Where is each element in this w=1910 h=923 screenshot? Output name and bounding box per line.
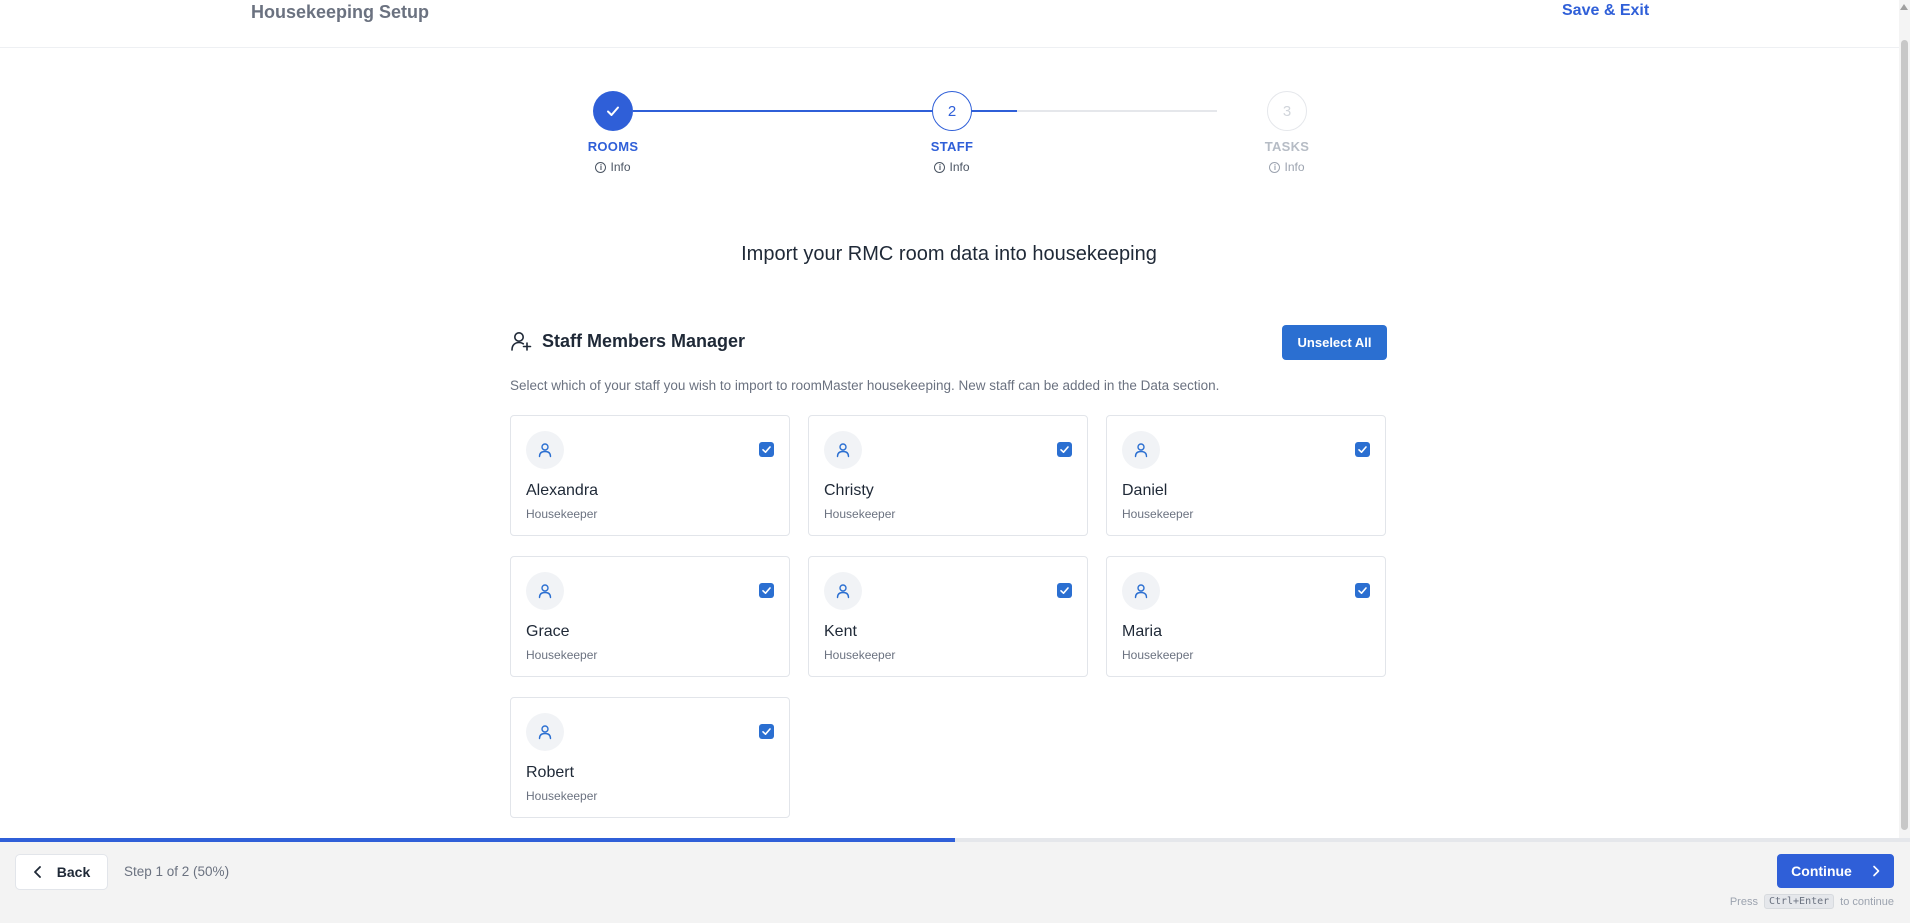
checkmark-icon xyxy=(1358,587,1367,594)
staff-role: Housekeeper xyxy=(1122,648,1194,662)
step-3-info[interactable]: i Info xyxy=(1227,160,1347,174)
select-checkbox[interactable] xyxy=(1355,442,1370,457)
back-button[interactable]: Back xyxy=(15,854,108,890)
staff-role: Housekeeper xyxy=(526,789,598,803)
step-3-number: 3 xyxy=(1282,102,1292,120)
progress-fill xyxy=(0,838,955,842)
back-label: Back xyxy=(56,864,91,880)
user-icon xyxy=(836,443,850,458)
avatar xyxy=(526,431,564,469)
footer-bar: Back Step 1 of 2 (50%) Continue Press Ct… xyxy=(0,838,1910,923)
select-checkbox[interactable] xyxy=(759,442,774,457)
user-icon xyxy=(836,584,850,599)
continue-button[interactable]: Continue xyxy=(1777,854,1894,888)
scroll-up-icon[interactable] xyxy=(1900,4,1908,10)
step-3-label: TASKS xyxy=(1264,139,1310,154)
hint-key: Ctrl+Enter xyxy=(1763,894,1835,909)
staff-grid: Alexandra Housekeeper Christy Housekeeper Da… xyxy=(510,415,1387,818)
user-icon xyxy=(1134,584,1148,599)
avatar xyxy=(824,431,862,469)
section-header: Staff Members Manager xyxy=(510,330,745,352)
staff-name: Maria xyxy=(1122,623,1163,640)
staff-card[interactable]: Daniel Housekeeper xyxy=(1106,415,1386,536)
step-3-info-label: Info xyxy=(1284,160,1305,174)
select-checkbox[interactable] xyxy=(759,583,774,598)
checkmark-icon xyxy=(1060,446,1069,453)
staff-name: Daniel xyxy=(1122,482,1168,499)
staff-card[interactable]: Robert Housekeeper xyxy=(510,697,790,818)
avatar xyxy=(824,572,862,610)
user-icon xyxy=(538,443,552,458)
info-icon: i xyxy=(595,161,607,173)
user-icon xyxy=(1134,443,1148,458)
keyboard-hint: Press Ctrl+Enter to continue xyxy=(1730,894,1894,909)
user-plus-icon xyxy=(511,332,532,351)
staff-role: Housekeeper xyxy=(526,648,598,662)
staff-card[interactable]: Grace Housekeeper xyxy=(510,556,790,677)
section-title: Staff Members Manager xyxy=(542,330,746,351)
staff-name: Christy xyxy=(824,482,874,499)
step-2-circle[interactable]: 2 xyxy=(932,91,972,131)
step-2-number: 2 xyxy=(947,102,957,120)
staff-card[interactable]: Maria Housekeeper xyxy=(1106,556,1386,677)
hint-prefix: Press xyxy=(1729,895,1758,908)
step-2-label: STAFF xyxy=(930,139,974,154)
chevron-right-icon xyxy=(1873,865,1880,877)
checkmark-icon xyxy=(1060,587,1069,594)
select-checkbox[interactable] xyxy=(1057,442,1072,457)
main-heading: Import your RMC room data into housekeep… xyxy=(741,243,1157,265)
step-1-info-label: Info xyxy=(610,160,631,174)
step-1-circle[interactable] xyxy=(593,91,633,131)
avatar xyxy=(1122,572,1160,610)
step-connector-progress xyxy=(971,110,1017,112)
step-2-info[interactable]: i Info xyxy=(892,160,1012,174)
chevron-left-icon xyxy=(33,866,41,878)
scrollbar[interactable] xyxy=(1899,0,1910,838)
staff-card[interactable]: Christy Housekeeper xyxy=(808,415,1088,536)
progress-bar xyxy=(0,838,1910,842)
checkmark-icon xyxy=(762,728,771,735)
step-1-info[interactable]: i Info xyxy=(553,160,673,174)
step-1-label: ROOMS xyxy=(587,139,639,154)
page-title: Housekeeping Setup xyxy=(251,2,430,22)
hint-suffix: to continue xyxy=(1840,895,1894,908)
select-checkbox[interactable] xyxy=(1057,583,1072,598)
user-icon xyxy=(538,725,552,740)
user-icon xyxy=(538,584,552,599)
checkmark-icon xyxy=(1358,446,1367,453)
staff-name: Grace xyxy=(526,623,570,640)
staff-name: Kent xyxy=(824,623,857,640)
staff-name: Robert xyxy=(526,764,575,781)
avatar xyxy=(1122,431,1160,469)
checkmark-icon xyxy=(607,106,619,116)
staff-role: Housekeeper xyxy=(1122,507,1194,521)
info-icon: i xyxy=(1269,161,1281,173)
staff-card[interactable]: Alexandra Housekeeper xyxy=(510,415,790,536)
staff-role: Housekeeper xyxy=(824,507,896,521)
scroll-thumb[interactable] xyxy=(1901,40,1908,830)
unselect-all-button[interactable]: Unselect All xyxy=(1282,325,1387,360)
checkmark-icon xyxy=(762,446,771,453)
select-checkbox[interactable] xyxy=(1355,583,1370,598)
save-exit-link[interactable]: Save & Exit xyxy=(1562,2,1649,20)
staff-card[interactable]: Kent Housekeeper xyxy=(808,556,1088,677)
section-description: Select which of your staff you wish to i… xyxy=(510,378,1220,393)
checkmark-icon xyxy=(762,587,771,594)
avatar xyxy=(526,713,564,751)
info-icon: i xyxy=(934,161,946,173)
top-bar: Housekeeping Setup Save & Exit xyxy=(0,0,1910,48)
staff-role: Housekeeper xyxy=(526,507,598,521)
avatar xyxy=(526,572,564,610)
staff-name: Alexandra xyxy=(526,482,599,499)
staff-role: Housekeeper xyxy=(824,648,896,662)
step-3-circle[interactable]: 3 xyxy=(1267,91,1307,131)
step-2-info-label: Info xyxy=(949,160,970,174)
step-progress-text: Step 1 of 2 (50%) xyxy=(124,864,230,879)
select-checkbox[interactable] xyxy=(759,724,774,739)
continue-label: Continue xyxy=(1791,863,1852,879)
